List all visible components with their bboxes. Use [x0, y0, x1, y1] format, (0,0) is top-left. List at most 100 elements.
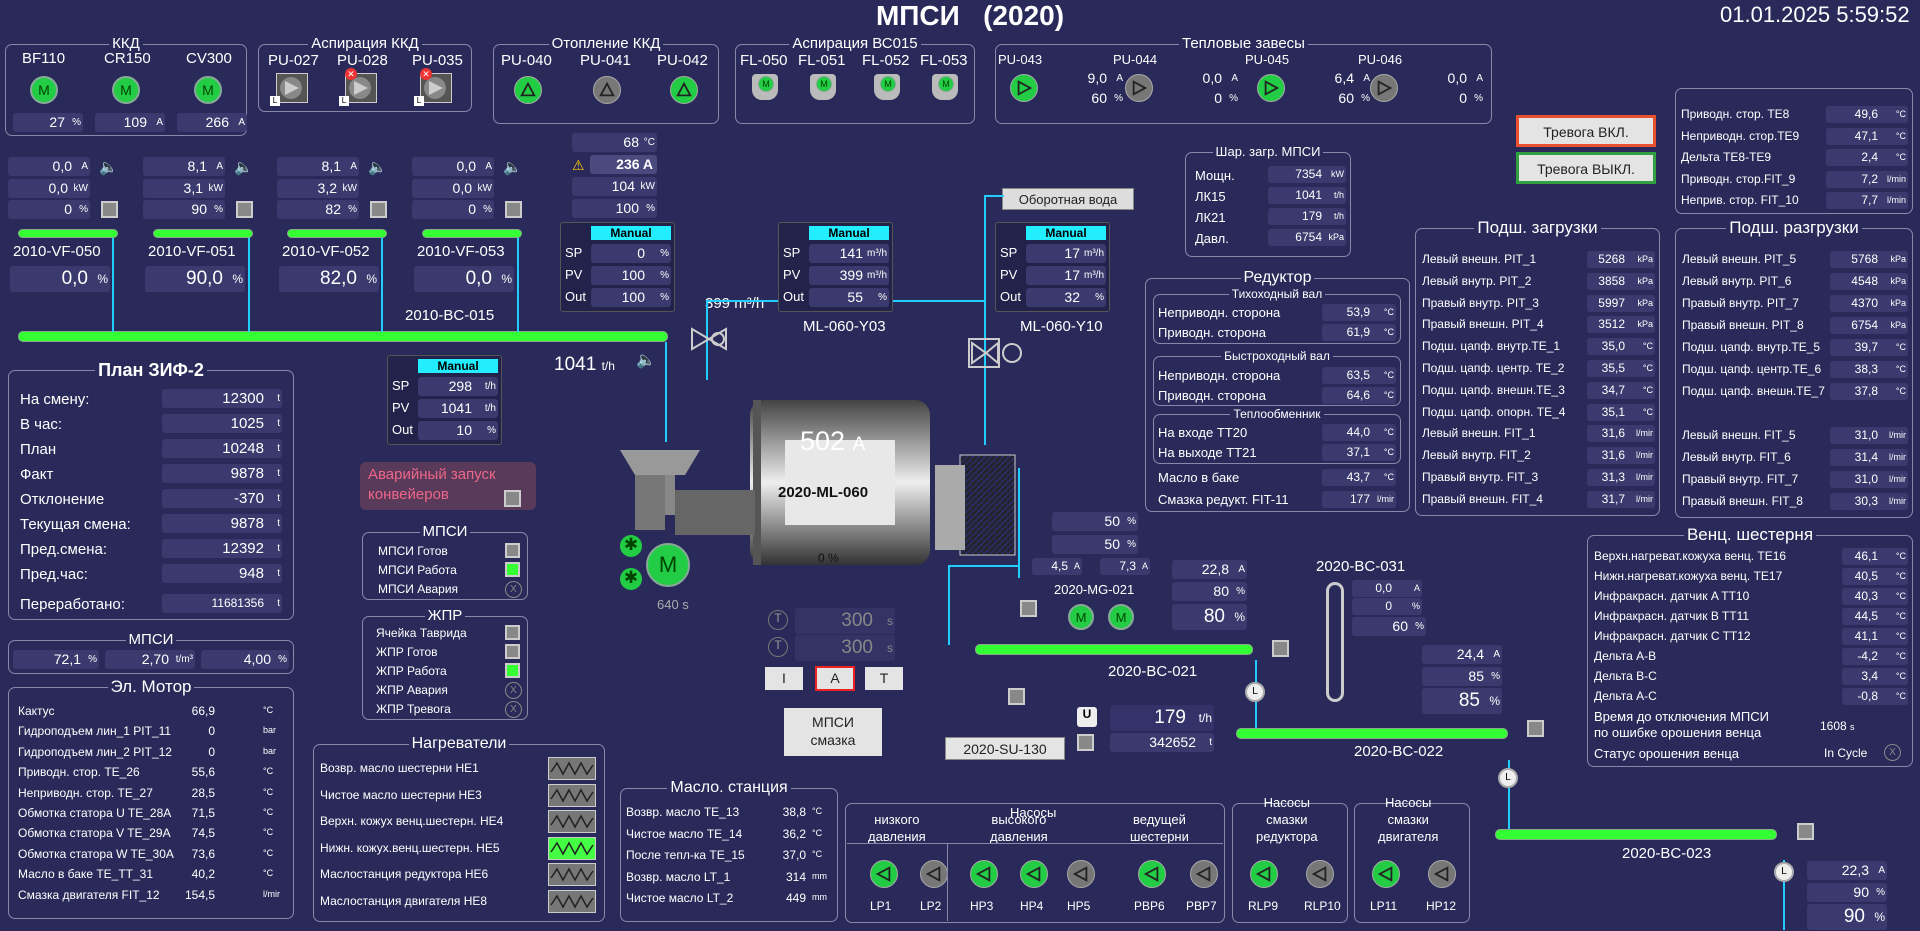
- te-label: Приводн. стор.FIT_9: [1681, 171, 1796, 186]
- oil-pump-icon[interactable]: [870, 860, 898, 888]
- pump-icon[interactable]: [593, 76, 621, 104]
- heat-kkd-unit-label: PU-040: [501, 52, 552, 69]
- speaker-icon[interactable]: 🔈: [234, 158, 253, 176]
- mode-button-a[interactable]: A: [815, 666, 855, 691]
- feeder-check[interactable]: [505, 201, 522, 218]
- zhpr-title: ЖПР: [424, 607, 466, 624]
- oil-pump-icon[interactable]: [1190, 860, 1218, 888]
- gear-label: Дельта B-C: [1594, 669, 1657, 683]
- bc023-check[interactable]: [1797, 823, 1814, 840]
- bc021-check2[interactable]: [1008, 688, 1025, 705]
- pump-group-title: Насосы смазки двигателя: [1378, 795, 1439, 844]
- speaker-icon[interactable]: 🔈: [503, 158, 522, 176]
- curtain-pump-icon[interactable]: [1370, 74, 1398, 102]
- fan-unit[interactable]: [276, 73, 308, 103]
- motor-value: 73,6: [191, 846, 215, 861]
- curtain-pump-icon[interactable]: [1257, 74, 1285, 102]
- oil-pump-icon[interactable]: [1250, 860, 1278, 888]
- pump-icon[interactable]: [514, 76, 542, 104]
- conveyor-bc015[interactable]: [18, 331, 668, 342]
- plan-label: Отклонение: [20, 491, 105, 508]
- feeder-setpoint[interactable]: 82,0%: [279, 266, 379, 292]
- mg-motor-2[interactable]: M: [1108, 604, 1134, 630]
- bc022-p: 85%: [1422, 667, 1502, 686]
- gear-value: -4,2 °C: [1842, 648, 1908, 665]
- oil-pump-icon[interactable]: [1428, 860, 1456, 888]
- heater-icon[interactable]: [548, 863, 596, 886]
- motor-label: Обмотка статора U TE_28A: [18, 806, 172, 820]
- mg-check[interactable]: [1020, 600, 1037, 617]
- conveyor-bc023[interactable]: [1495, 829, 1777, 840]
- speaker-icon[interactable]: 🔈: [99, 158, 118, 176]
- valve-icon[interactable]: [690, 324, 730, 354]
- mode-button-i[interactable]: I: [765, 667, 803, 690]
- manual-controller-y03[interactable]: Manual SP PV Out 141 m³/h 399 m³/h 55%: [778, 222, 893, 312]
- curtain-pump-icon[interactable]: [1010, 74, 1038, 102]
- heater-icon[interactable]: [548, 757, 596, 780]
- load-value: 31,3 l/mir: [1587, 469, 1655, 486]
- oil-pump-icon[interactable]: [1020, 860, 1048, 888]
- kkd-motor[interactable]: M: [30, 76, 58, 104]
- fast-shaft-title: Быстроходный вал: [1221, 349, 1333, 363]
- heater-icon[interactable]: [548, 783, 596, 807]
- mg-motor-1[interactable]: M: [1068, 604, 1094, 630]
- oil-pump-icon[interactable]: [970, 860, 998, 888]
- heater-icon[interactable]: [548, 889, 596, 913]
- motor-label: Обмотка статора V TE_29A: [18, 826, 171, 841]
- oil-pump-icon[interactable]: [1372, 860, 1400, 888]
- mpsi-v1: 72,1%: [13, 650, 99, 669]
- curtain-amps: 6,4 A: [1334, 70, 1370, 86]
- curtain-pump-icon[interactable]: [1125, 74, 1153, 102]
- valve-icon[interactable]: [968, 338, 1028, 368]
- ball-value: 179 t/h: [1268, 208, 1346, 225]
- heater-icon[interactable]: [548, 836, 596, 860]
- manual-controller-2[interactable]: Manual SP PV Out 0% 100% 100%: [560, 222, 675, 312]
- emergency-check[interactable]: [504, 490, 521, 507]
- motor-label: Гидроподъем лин_1 PIT_11: [18, 724, 172, 739]
- bc023-sp[interactable]: 90%: [1807, 904, 1887, 930]
- alarm-on-button[interactable]: Тревога ВКЛ.: [1516, 115, 1656, 147]
- pump-icon[interactable]: [670, 76, 698, 104]
- feeder-belt[interactable]: [18, 229, 118, 238]
- feeder-belt[interactable]: [287, 229, 387, 238]
- level-sensor-icon: L: [1498, 768, 1518, 788]
- motor-label: Смазка двигателя FIT_12: [18, 887, 160, 902]
- bc022-check[interactable]: [1527, 720, 1544, 737]
- unload-label: Правый внешн. PIT_8: [1682, 318, 1804, 332]
- su-check[interactable]: [1077, 734, 1094, 751]
- feeder-belt[interactable]: [153, 229, 253, 238]
- heater-icon[interactable]: [548, 810, 596, 833]
- status-lamp: X: [505, 682, 522, 699]
- speaker-icon[interactable]: 🔈: [636, 350, 656, 370]
- mill-motor[interactable]: M: [646, 543, 690, 587]
- bc022-sp[interactable]: 85%: [1422, 688, 1502, 714]
- feeder-setpoint[interactable]: 90,0%: [145, 266, 245, 292]
- oil-pump-icon[interactable]: [1306, 860, 1334, 888]
- speaker-icon[interactable]: 🔈: [368, 158, 387, 176]
- oil-unit: mm: [812, 870, 827, 881]
- load-label: Правый внешн. PIT_4: [1422, 317, 1544, 332]
- mode-button-t[interactable]: T: [865, 667, 903, 690]
- manual-controller-feed[interactable]: Manual SP PV Out 298 t/h 1041 t/h 10%: [387, 355, 502, 445]
- manual-controller-y10[interactable]: Manual SP PV Out 17 m³/h 17 m³/h 32%: [995, 222, 1110, 312]
- alarm-off-button[interactable]: Тревога ВЫКЛ.: [1516, 152, 1656, 184]
- feeder-check[interactable]: [101, 201, 118, 218]
- conveyor-bc022[interactable]: [1236, 728, 1508, 739]
- lube-button[interactable]: МПСИ смазка: [784, 708, 882, 756]
- oil-pump-icon[interactable]: [1138, 860, 1166, 888]
- mg021-label: 2020-MG-021: [1054, 582, 1135, 597]
- feeder-belt[interactable]: [422, 229, 522, 238]
- kkd-motor[interactable]: M: [194, 76, 222, 104]
- oil-pump-icon[interactable]: [920, 860, 948, 888]
- kkd-motor[interactable]: M: [112, 76, 140, 104]
- feeder-check[interactable]: [370, 201, 387, 218]
- feeder-check[interactable]: [236, 201, 253, 218]
- bc021-sp[interactable]: 80%: [1172, 604, 1247, 630]
- feeder-setpoint[interactable]: 0,0%: [10, 266, 110, 292]
- conveyor-bc021[interactable]: [975, 644, 1253, 655]
- bc031-sp[interactable]: 60%: [1352, 617, 1426, 636]
- oil-pump-icon[interactable]: [1067, 860, 1095, 888]
- plan-title: План ЗИФ-2: [95, 360, 207, 380]
- bc021-check[interactable]: [1272, 640, 1289, 657]
- feeder-setpoint[interactable]: 0,0%: [414, 266, 514, 292]
